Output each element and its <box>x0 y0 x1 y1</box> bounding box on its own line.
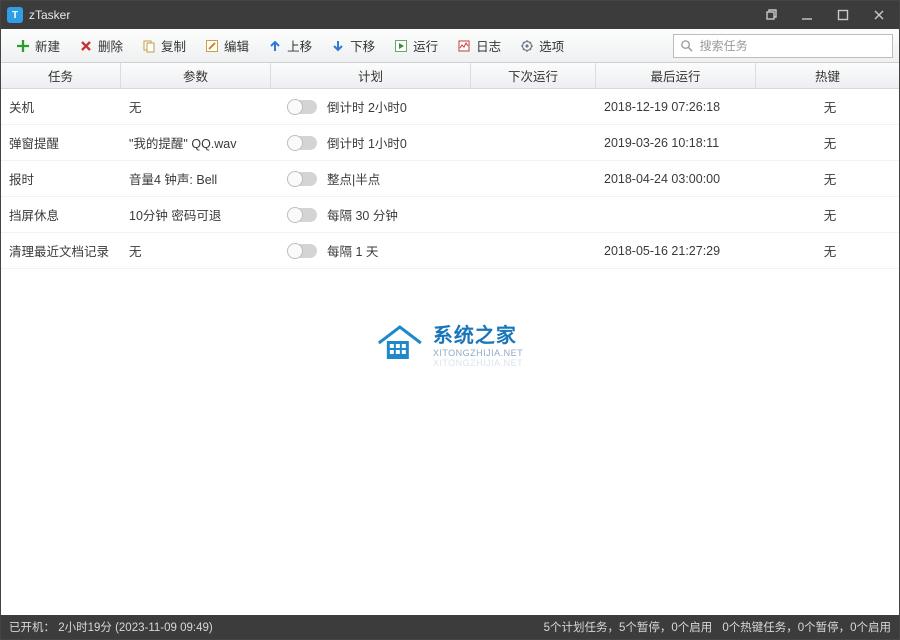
run-icon <box>393 38 408 53</box>
copy-button[interactable]: 复制 <box>133 32 194 59</box>
gear-icon <box>519 38 534 53</box>
cell-plan: 每隔 1 天 <box>271 241 471 260</box>
plan-text: 每隔 30 分钟 <box>327 205 398 224</box>
new-button[interactable]: 新建 <box>7 32 68 59</box>
table-row[interactable]: 清理最近文档记录 无 每隔 1 天 2018-05-16 21:27:29 无 <box>1 233 899 269</box>
enable-toggle[interactable] <box>287 208 317 222</box>
copy-label: 复制 <box>161 36 186 55</box>
copy-icon <box>141 38 156 53</box>
search-input[interactable] <box>700 39 886 53</box>
header-hotkey[interactable]: 热键 <box>756 63 899 88</box>
cell-hotkey: 无 <box>756 97 896 116</box>
run-label: 运行 <box>413 36 438 55</box>
enable-toggle[interactable] <box>287 136 317 150</box>
log-button[interactable]: 日志 <box>448 32 509 59</box>
cell-task: 挡屏休息 <box>1 205 121 224</box>
delete-button[interactable]: 删除 <box>70 32 131 59</box>
enable-toggle[interactable] <box>287 100 317 114</box>
cell-task: 报时 <box>1 169 121 188</box>
arrow-down-icon <box>330 38 345 53</box>
edit-label: 编辑 <box>224 36 249 55</box>
task-list: 关机 无 倒计时 2小时0 2018-12-19 07:26:18 无 弹窗提醒… <box>1 89 899 615</box>
cell-param: "我的提醒" QQ.wav <box>121 133 271 152</box>
cell-plan: 每隔 30 分钟 <box>271 205 471 224</box>
log-label: 日志 <box>476 36 501 55</box>
uptime-label: 已开机： <box>9 622 55 634</box>
options-label: 选项 <box>539 36 564 55</box>
new-label: 新建 <box>35 36 60 55</box>
header-task[interactable]: 任务 <box>1 63 121 88</box>
watermark-title: 系统之家 <box>433 319 523 348</box>
toolbar: 新建 删除 复制 编辑 上移 下移 运行 日志 <box>1 29 899 63</box>
cell-last-run: 2018-05-16 21:27:29 <box>596 244 756 258</box>
cell-last-run: 2018-04-24 03:00:00 <box>596 172 756 186</box>
header-last-run[interactable]: 最后运行 <box>596 63 756 88</box>
move-down-label: 下移 <box>350 36 375 55</box>
delete-icon <box>78 38 93 53</box>
cell-task: 关机 <box>1 97 121 116</box>
cell-param: 无 <box>121 97 271 116</box>
move-up-button[interactable]: 上移 <box>259 32 320 59</box>
plan-text: 倒计时 2小时0 <box>327 97 407 116</box>
cell-hotkey: 无 <box>756 169 896 188</box>
status-hotkey-summary: 0个热键任务，0个暂停，0个启用 <box>722 619 891 635</box>
watermark-url: XITONGZHIJIA.NET <box>433 348 523 358</box>
plan-text: 倒计时 1小时0 <box>327 133 407 152</box>
window-restore-down-button[interactable] <box>757 5 785 25</box>
plus-icon <box>15 38 30 53</box>
enable-toggle[interactable] <box>287 172 317 186</box>
app-icon: T <box>7 7 23 23</box>
window-close-button[interactable] <box>865 5 893 25</box>
table-row[interactable]: 报时 音量4 钟声: Bell 整点|半点 2018-04-24 03:00:0… <box>1 161 899 197</box>
move-down-button[interactable]: 下移 <box>322 32 383 59</box>
delete-label: 删除 <box>98 36 123 55</box>
options-button[interactable]: 选项 <box>511 32 572 59</box>
watermark-shadow: XITONGZHIJIA.NET <box>433 358 523 368</box>
titlebar: T zTasker <box>1 1 899 29</box>
header-plan[interactable]: 计划 <box>271 63 471 88</box>
cell-param: 10分钟 密码可退 <box>121 205 271 224</box>
house-logo-icon <box>377 325 423 363</box>
window-minimize-button[interactable] <box>793 5 821 25</box>
table-row[interactable]: 挡屏休息 10分钟 密码可退 每隔 30 分钟 无 <box>1 197 899 233</box>
cell-task: 弹窗提醒 <box>1 133 121 152</box>
plan-text: 每隔 1 天 <box>327 241 378 260</box>
header-param[interactable]: 参数 <box>121 63 271 88</box>
uptime-value: 2小时19分 (2023-11-09 09:49) <box>58 622 213 634</box>
run-button[interactable]: 运行 <box>385 32 446 59</box>
cell-last-run: 2018-12-19 07:26:18 <box>596 100 756 114</box>
cell-plan: 倒计时 2小时0 <box>271 97 471 116</box>
edit-button[interactable]: 编辑 <box>196 32 257 59</box>
cell-param: 无 <box>121 241 271 260</box>
window-title: zTasker <box>29 8 749 22</box>
watermark: 系统之家 XITONGZHIJIA.NET XITONGZHIJIA.NET <box>377 319 523 368</box>
cell-hotkey: 无 <box>756 205 896 224</box>
cell-plan: 倒计时 1小时0 <box>271 133 471 152</box>
cell-task: 清理最近文档记录 <box>1 241 121 260</box>
cell-last-run: 2019-03-26 10:18:11 <box>596 136 756 150</box>
edit-icon <box>204 38 219 53</box>
window-maximize-button[interactable] <box>829 5 857 25</box>
enable-toggle[interactable] <box>287 244 317 258</box>
move-up-label: 上移 <box>287 36 312 55</box>
statusbar: 已开机： 2小时19分 (2023-11-09 09:49) 5个计划任务，5个… <box>1 615 899 639</box>
header-next-run[interactable]: 下次运行 <box>471 63 596 88</box>
plan-text: 整点|半点 <box>327 169 380 188</box>
cell-hotkey: 无 <box>756 241 896 260</box>
cell-hotkey: 无 <box>756 133 896 152</box>
status-plan-summary: 5个计划任务，5个暂停，0个启用 <box>544 619 713 635</box>
search-box[interactable] <box>673 34 893 58</box>
log-icon <box>456 38 471 53</box>
cell-param: 音量4 钟声: Bell <box>121 169 271 188</box>
search-icon <box>680 38 694 53</box>
app-window: T zTasker 新建 删除 复制 编辑 <box>0 0 900 640</box>
column-header-row: 任务 参数 计划 下次运行 最后运行 热键 <box>1 63 899 89</box>
table-row[interactable]: 弹窗提醒 "我的提醒" QQ.wav 倒计时 1小时0 2019-03-26 1… <box>1 125 899 161</box>
table-row[interactable]: 关机 无 倒计时 2小时0 2018-12-19 07:26:18 无 <box>1 89 899 125</box>
cell-plan: 整点|半点 <box>271 169 471 188</box>
status-uptime: 已开机： 2小时19分 (2023-11-09 09:49) <box>9 619 213 635</box>
arrow-up-icon <box>267 38 282 53</box>
